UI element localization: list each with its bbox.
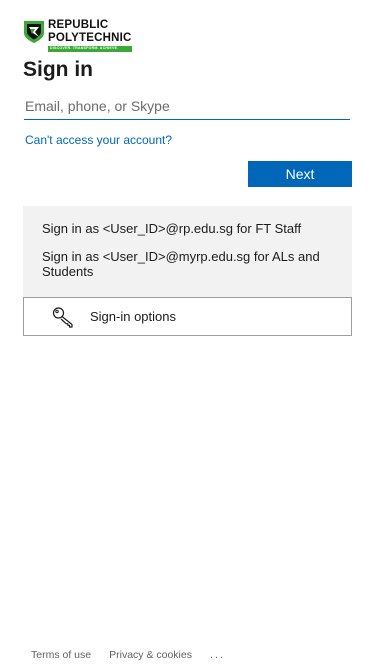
sign-in-options-label: Sign-in options xyxy=(90,309,176,324)
more-options-icon[interactable]: ... xyxy=(210,649,225,661)
sign-in-options-button[interactable]: Sign-in options xyxy=(23,297,352,336)
student-signin-hint: Sign in as <User_ID>@myrp.edu.sg for ALs… xyxy=(42,249,320,279)
logo-text-polytechnic: POLYTECHNIC xyxy=(48,31,132,44)
next-button[interactable]: Next xyxy=(248,161,352,187)
staff-signin-hint: Sign in as <User_ID>@rp.edu.sg for FT St… xyxy=(42,221,302,236)
email-field[interactable] xyxy=(24,92,350,120)
page-title: Sign in xyxy=(23,58,93,81)
sign-in-info-panel: Sign in as <User_ID>@rp.edu.sg for FT St… xyxy=(23,206,352,297)
shield-logo-icon xyxy=(24,21,44,43)
sign-in-page: REPUBLIC POLYTECHNIC DISCOVER. TRANSFORM… xyxy=(0,0,375,667)
republic-polytechnic-logo: REPUBLIC POLYTECHNIC DISCOVER. TRANSFORM… xyxy=(23,19,132,52)
cant-access-account-link[interactable]: Can't access your account? xyxy=(25,133,172,147)
logo-tagline: DISCOVER. TRANSFORM. ACHIEVE. xyxy=(48,46,132,52)
terms-of-use-link[interactable]: Terms of use xyxy=(31,649,91,661)
logo-text-republic: REPUBLIC xyxy=(48,19,109,31)
privacy-cookies-link[interactable]: Privacy & cookies xyxy=(109,649,192,661)
key-icon xyxy=(52,306,73,328)
footer: Terms of use Privacy & cookies ... xyxy=(31,649,225,661)
